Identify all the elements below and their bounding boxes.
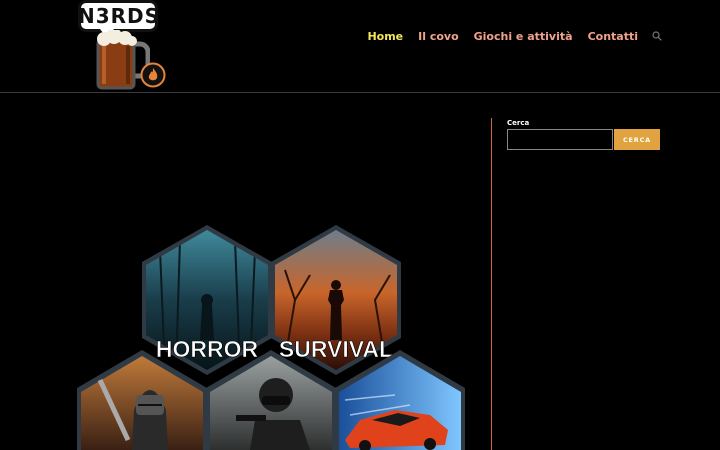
nav-item-giochi-e-attivita[interactable]: Giochi e attività <box>474 30 573 43</box>
nav-item-home[interactable]: Home <box>367 30 403 43</box>
main-navigation: Home Il covo Giochi e attività Contatti <box>352 26 662 46</box>
search-label: Cerca <box>507 119 530 127</box>
site-header: N3RDS Home Il covo Giochi e attività Con… <box>0 0 720 92</box>
horror-label: HORROR <box>156 336 259 362</box>
flame-icon <box>140 62 166 88</box>
sidebar-divider <box>491 118 492 450</box>
game-categories-hexagon-graphic: HORROR SURVIVAL <box>77 225 465 450</box>
search-button[interactable]: CERCA <box>614 129 660 150</box>
search-icon[interactable] <box>652 31 662 41</box>
nav-item-il-covo[interactable]: Il covo <box>418 30 459 43</box>
header-divider <box>0 92 720 93</box>
site-logo[interactable]: N3RDS <box>76 0 172 92</box>
nav-item-contatti[interactable]: Contatti <box>588 30 638 43</box>
logo-text: N3RDS <box>78 4 161 28</box>
search-input[interactable] <box>507 129 613 150</box>
survival-label: SURVIVAL <box>279 336 393 362</box>
